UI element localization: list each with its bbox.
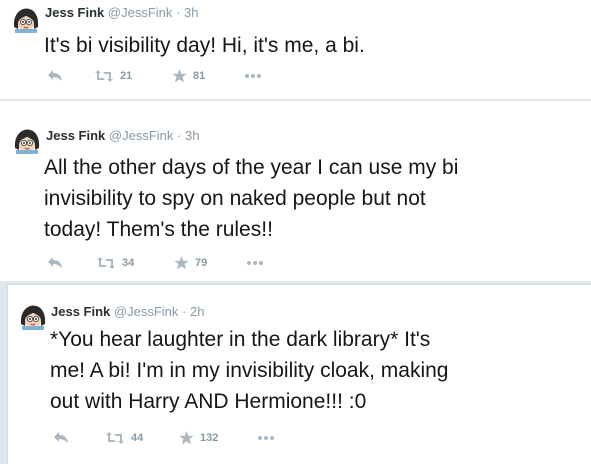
more-button[interactable] — [257, 428, 275, 448]
retweet-count: 21 — [120, 70, 133, 82]
separator: · — [177, 128, 182, 143]
reply-button[interactable] — [47, 253, 63, 273]
separator: · — [176, 5, 181, 20]
reply-button[interactable] — [47, 66, 63, 86]
more-button[interactable] — [244, 66, 262, 86]
tweet-text: All the other days of the year I can use… — [44, 152, 458, 245]
avatar[interactable] — [20, 304, 46, 330]
reply-icon — [54, 432, 68, 443]
tweet-text-line: It's bi visibility day! Hi, it's me, a b… — [44, 34, 365, 57]
tweet-text-line: me! A bi! I'm in my invisibility cloak, … — [50, 359, 449, 382]
favorite-button[interactable]: 79 — [174, 253, 207, 273]
tweet-text-line: All the other days of the year I can use… — [44, 156, 459, 179]
more-button[interactable] — [246, 253, 264, 273]
retweet-count: 44 — [131, 432, 144, 444]
star-icon — [174, 256, 189, 270]
author-name[interactable]: Jess Fink — [51, 304, 110, 319]
ellipsis-icon — [258, 436, 274, 440]
tweet-text-line: *You hear laughter in the dark library* … — [50, 328, 431, 351]
favorite-count: 132 — [200, 432, 219, 444]
tweet-actions: 21 81 — [44, 66, 284, 86]
author-name[interactable]: Jess Fink — [45, 5, 104, 20]
separator: · — [182, 304, 187, 319]
reply-button[interactable] — [53, 428, 69, 448]
tweet-card[interactable]: Jess Fink @JessFink · 3h All the other d… — [0, 101, 591, 282]
retweet-button[interactable]: 34 — [96, 253, 134, 273]
tweet-text-line: invisibility to spy on naked people but … — [44, 187, 426, 210]
tweet-card[interactable]: Jess Fink @JessFink · 3h It's bi visibil… — [0, 0, 591, 100]
avatar[interactable] — [14, 128, 40, 154]
author-name[interactable]: Jess Fink — [46, 128, 105, 143]
tweet-header: Jess Fink @JessFink · 2h — [51, 304, 204, 319]
retweet-button[interactable]: 44 — [105, 428, 143, 448]
tweet-text-line: today! Them's the rules!! — [44, 218, 273, 241]
star-icon — [172, 69, 187, 83]
tweet-header: Jess Fink @JessFink · 3h — [46, 128, 199, 143]
favorite-count: 79 — [195, 257, 208, 269]
favorite-button[interactable]: 81 — [172, 66, 205, 86]
ellipsis-icon — [245, 74, 261, 78]
timestamp[interactable]: 3h — [185, 128, 199, 143]
author-handle[interactable]: @JessFink — [109, 128, 174, 143]
favorite-count: 81 — [193, 70, 206, 82]
tweet-header: Jess Fink @JessFink · 3h — [45, 5, 198, 20]
retweet-icon — [97, 257, 115, 269]
ellipsis-icon — [247, 261, 263, 265]
star-icon — [179, 431, 194, 445]
retweet-icon — [106, 432, 124, 444]
timestamp[interactable]: 3h — [184, 5, 198, 20]
tweet-actions: 34 79 — [44, 253, 284, 273]
retweet-button[interactable]: 21 — [94, 66, 132, 86]
retweet-icon — [95, 70, 113, 82]
timestamp[interactable]: 2h — [190, 304, 204, 319]
reply-icon — [48, 257, 62, 268]
tweet-card[interactable]: Jess Fink @JessFink · 2h *You hear laugh… — [7, 284, 591, 464]
reply-icon — [48, 70, 62, 81]
tweet-actions: 44 132 — [51, 428, 291, 448]
avatar[interactable] — [13, 7, 39, 33]
tweet-text: *You hear laughter in the dark library* … — [50, 324, 448, 417]
favorite-button[interactable]: 132 — [179, 428, 218, 448]
tweet-text: It's bi visibility day! Hi, it's me, a b… — [44, 30, 365, 61]
tweet-text-line: out with Harry AND Hermione!!! :0 — [50, 390, 367, 413]
author-handle[interactable]: @JessFink — [108, 5, 173, 20]
retweet-count: 34 — [122, 257, 135, 269]
author-handle[interactable]: @JessFink — [114, 304, 179, 319]
